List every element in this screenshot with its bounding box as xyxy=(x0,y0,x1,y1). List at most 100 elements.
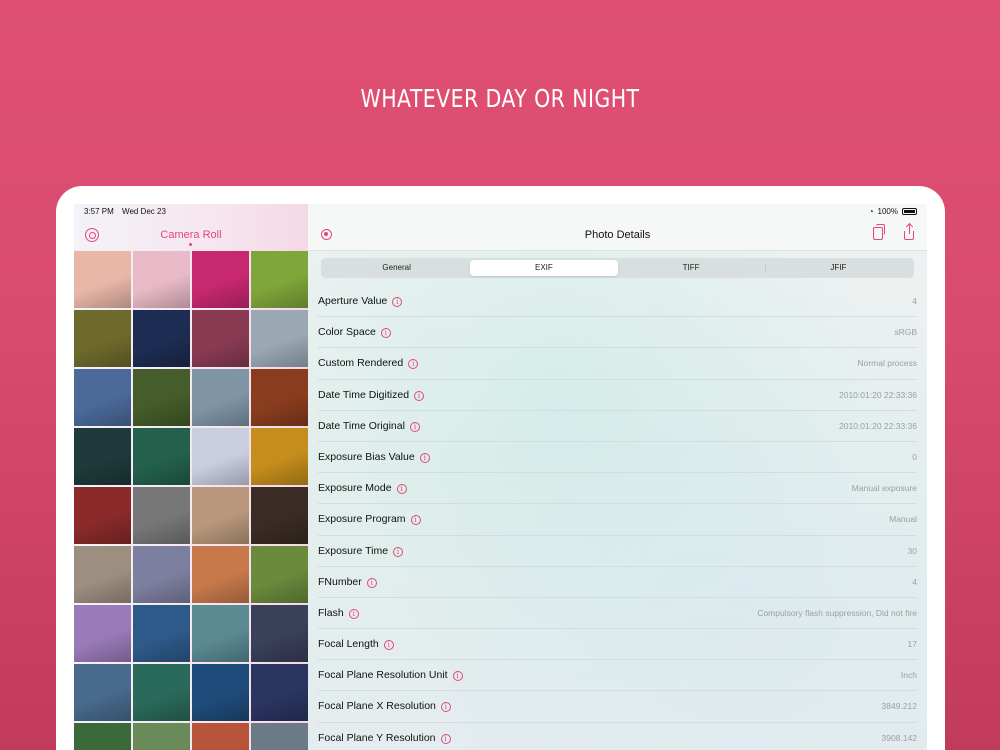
exif-row-label-text: Focal Plane Resolution Unit xyxy=(318,669,448,682)
exif-row-label-text: Exposure Mode xyxy=(318,482,392,495)
exif-row[interactable]: Focal Length i 17 xyxy=(318,629,917,661)
exif-row[interactable]: Flash i Compulsory flash suppression, Did … xyxy=(318,598,917,630)
photo-thumbnail[interactable] xyxy=(192,487,249,544)
photo-thumbnail[interactable] xyxy=(251,605,308,662)
info-icon[interactable]: i xyxy=(348,608,359,619)
exif-row-label: Date Time Digitized i xyxy=(318,389,425,401)
exif-row-value: sRGB xyxy=(894,327,917,338)
photo-thumbnail[interactable] xyxy=(74,723,131,750)
exif-row-label-text: Focal Plane X Resolution xyxy=(318,700,436,713)
exif-row-label: Flash i xyxy=(318,607,359,619)
photo-thumbnail[interactable] xyxy=(133,251,190,308)
tab-exif[interactable]: EXIF xyxy=(470,260,618,276)
photo-thumbnail[interactable] xyxy=(251,369,308,426)
photo-thumbnail[interactable] xyxy=(74,664,131,721)
photo-thumbnail[interactable] xyxy=(133,723,190,750)
info-icon[interactable]: i xyxy=(393,546,404,557)
exif-row-value: Inch xyxy=(900,670,917,681)
exif-row-label: Exposure Program i xyxy=(318,513,421,526)
exif-row[interactable]: FNumber i 4 xyxy=(318,567,917,598)
info-icon[interactable]: i xyxy=(396,484,407,495)
exif-row-value: Manual xyxy=(889,514,917,525)
tab-general[interactable]: General xyxy=(323,260,470,276)
title-indicator-dot xyxy=(189,243,192,246)
exif-row[interactable]: Custom Rendered i Normal process xyxy=(318,348,917,380)
photo-thumbnail[interactable] xyxy=(251,251,308,308)
info-icon[interactable]: i xyxy=(414,390,425,401)
exif-row-label: Focal Length i xyxy=(318,638,394,651)
info-icon[interactable]: i xyxy=(440,733,451,744)
page-title: Photo Details xyxy=(584,229,651,241)
exif-row-label: Aperture Value i xyxy=(318,295,403,307)
photo-thumbnail[interactable] xyxy=(74,310,131,367)
screen: 3:57 PM Wed Dec 23 Camera Roll ◔ 100% Ph… xyxy=(74,204,927,750)
photo-thumbnail[interactable] xyxy=(74,251,131,308)
photo-thumbnail[interactable] xyxy=(192,369,249,426)
sidebar-header: Camera Roll xyxy=(74,204,308,251)
photo-thumbnail[interactable] xyxy=(74,487,131,544)
photo-thumbnail[interactable] xyxy=(74,428,131,485)
photo-thumbnail[interactable] xyxy=(251,723,308,750)
exif-row[interactable]: Exposure Mode i Manual exposure xyxy=(318,473,917,505)
exif-row-value: 0 xyxy=(912,451,917,462)
exif-row-label: FNumber i xyxy=(318,576,377,588)
exif-row[interactable]: Date Time Original i 2010:01:20 22:33:36 xyxy=(318,411,917,442)
exif-row[interactable]: Focal Plane Y Resolution i 3908.142 xyxy=(318,723,917,750)
exif-row-value: 2010:01:20 22:33:36 xyxy=(839,420,917,431)
exif-row[interactable]: Date Time Digitized i 2010:01:20 22:33:36 xyxy=(318,380,917,411)
photo-thumbnail[interactable] xyxy=(74,546,131,603)
photo-thumbnail[interactable] xyxy=(133,487,190,544)
exif-row[interactable]: Focal Plane Resolution Unit i Inch xyxy=(318,660,917,692)
photo-thumbnail[interactable] xyxy=(192,723,249,750)
exif-row-label-text: FNumber xyxy=(318,575,362,588)
exif-row-label: Color Space i xyxy=(318,326,391,339)
info-icon[interactable]: i xyxy=(409,421,420,432)
exif-row-label: Exposure Mode i xyxy=(318,482,407,495)
tab-tiff[interactable]: TIFF xyxy=(618,260,765,276)
photo-thumbnail[interactable] xyxy=(74,369,131,426)
exif-row[interactable]: Exposure Program i Manual xyxy=(318,504,917,536)
copy-icon[interactable] xyxy=(873,224,885,240)
info-icon[interactable]: i xyxy=(452,671,463,682)
photo-thumbnail[interactable] xyxy=(192,605,249,662)
exif-row-label-text: Custom Rendered xyxy=(318,357,404,370)
tab-segmented-control: General EXIF TIFF JFIF xyxy=(321,258,914,278)
photo-thumbnail[interactable] xyxy=(192,310,249,367)
info-icon[interactable]: i xyxy=(408,359,419,370)
info-icon[interactable]: i xyxy=(380,328,391,339)
info-icon[interactable]: i xyxy=(440,702,451,713)
exif-row-label: Date Time Original i xyxy=(318,420,420,432)
photo-thumbnail[interactable] xyxy=(251,664,308,721)
info-icon[interactable]: i xyxy=(410,515,421,526)
photo-thumbnail[interactable] xyxy=(133,605,190,662)
info-icon[interactable]: i xyxy=(419,452,430,463)
photo-thumbnail[interactable] xyxy=(251,428,308,485)
info-icon[interactable]: i xyxy=(366,577,377,588)
exif-row[interactable]: Color Space i sRGB xyxy=(318,317,917,349)
share-icon[interactable] xyxy=(904,224,914,240)
photo-thumbnail[interactable] xyxy=(133,664,190,721)
info-icon[interactable]: i xyxy=(383,640,394,651)
photo-thumbnail[interactable] xyxy=(251,487,308,544)
photo-thumbnail[interactable] xyxy=(133,428,190,485)
photo-thumbnail[interactable] xyxy=(251,546,308,603)
exif-row-value: 17 xyxy=(907,639,917,650)
photo-thumbnail[interactable] xyxy=(192,251,249,308)
tab-jfif[interactable]: JFIF xyxy=(764,260,912,276)
photo-thumbnail[interactable] xyxy=(192,428,249,485)
sidebar-title[interactable]: Camera Roll xyxy=(74,229,308,241)
photo-thumbnail[interactable] xyxy=(133,310,190,367)
info-icon[interactable]: i xyxy=(392,297,403,307)
photo-thumbnail[interactable] xyxy=(192,664,249,721)
photo-thumbnail[interactable] xyxy=(74,605,131,662)
exif-row[interactable]: Focal Plane X Resolution i 3849.212 xyxy=(318,691,917,723)
photo-thumbnail[interactable] xyxy=(133,369,190,426)
photo-thumbnail[interactable] xyxy=(192,546,249,603)
exif-row-label: Exposure Bias Value i xyxy=(318,451,430,463)
exif-row[interactable]: Aperture Value i 4 xyxy=(318,286,917,318)
exif-row[interactable]: Exposure Time i 30 xyxy=(318,536,917,567)
exif-row[interactable]: Exposure Bias Value i 0 xyxy=(318,442,917,474)
detail-header: ◔ 100% Photo Details xyxy=(308,204,927,251)
photo-thumbnail[interactable] xyxy=(133,546,190,603)
photo-thumbnail[interactable] xyxy=(251,310,308,367)
